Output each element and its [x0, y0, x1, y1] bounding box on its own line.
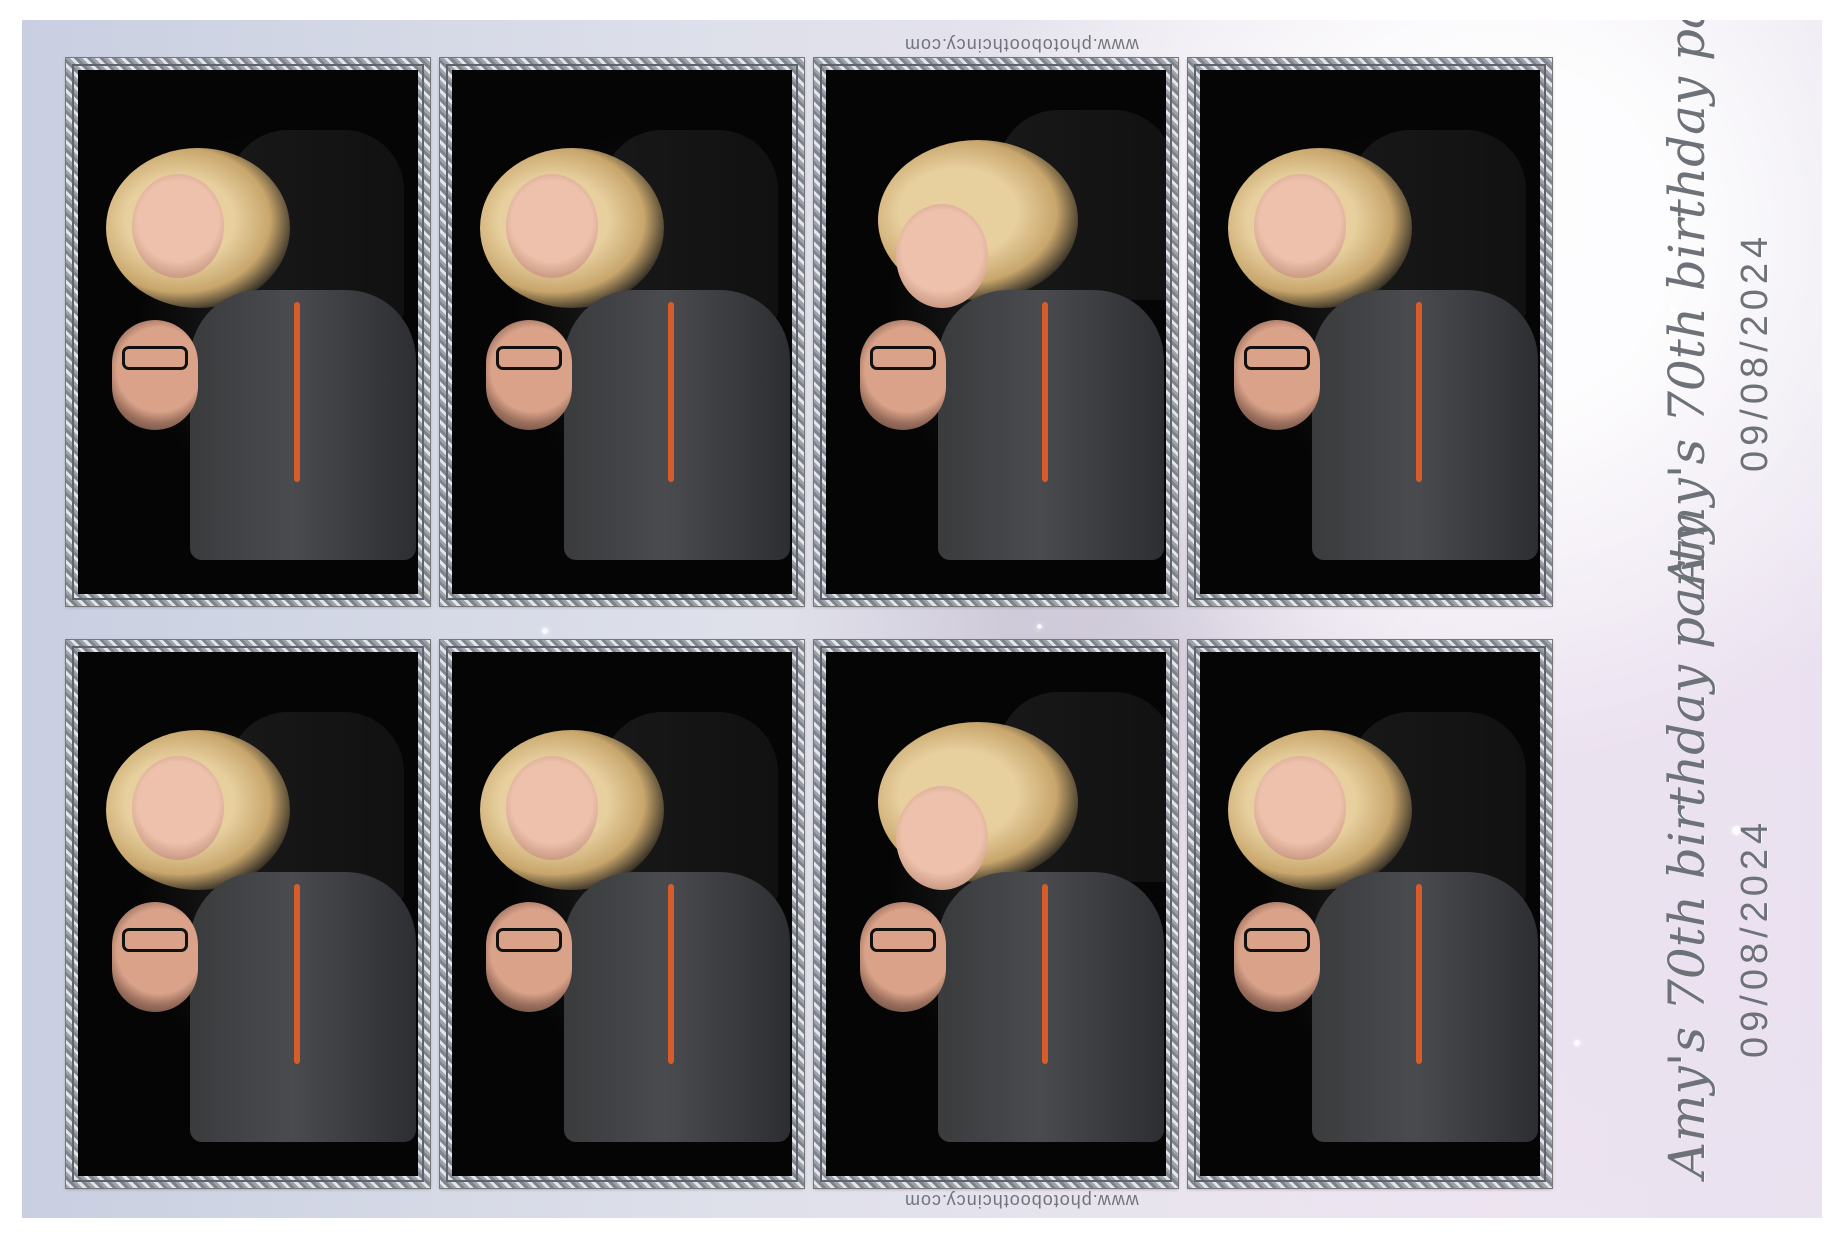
sparkle-decoration — [1037, 624, 1042, 629]
top-watermark: www.photoboothcincy.com — [904, 35, 1139, 55]
photo-frame-top-4 — [1188, 58, 1552, 606]
booth-photo — [1200, 652, 1540, 1176]
photo-frame-top-1 — [66, 58, 430, 606]
photo-frame-bottom-2 — [440, 640, 804, 1188]
photo-frame-top-2 — [440, 58, 804, 606]
booth-photo — [78, 652, 418, 1176]
photo-frame-bottom-4 — [1188, 640, 1552, 1188]
photo-frame-bottom-3 — [814, 640, 1178, 1188]
booth-photo — [78, 70, 418, 594]
sparkle-decoration — [542, 628, 548, 634]
booth-photo — [826, 652, 1166, 1176]
sparkle-decoration — [1574, 1040, 1580, 1046]
event-date-top: 09/08/2024 — [1734, 231, 1776, 472]
event-title-bottom: Amy's 70th birthday party — [1658, 514, 1716, 1178]
event-date-bottom: 09/08/2024 — [1734, 817, 1776, 1058]
photo-frame-top-3 — [814, 58, 1178, 606]
booth-photo — [826, 70, 1166, 594]
event-title-top: Amy's 70th birthday party — [1658, 20, 1716, 590]
photo-frame-bottom-1 — [66, 640, 430, 1188]
booth-photo — [452, 70, 792, 594]
bottom-watermark: www.photoboothcincy.com — [904, 1191, 1139, 1211]
booth-photo — [1200, 70, 1540, 594]
booth-photo — [452, 652, 792, 1176]
photo-strip-sheet: www.photoboothcincy.com www.photoboothci… — [22, 20, 1822, 1218]
